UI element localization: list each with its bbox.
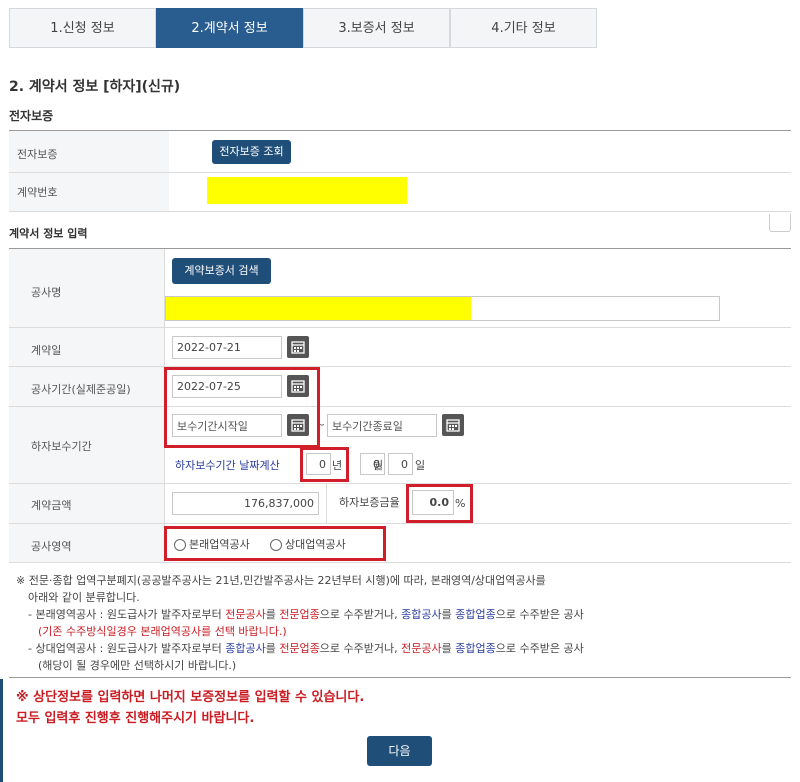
row-divider	[9, 211, 791, 212]
note-line-original-area: - 본래영역공사 : 원도급사가 발주자로부터 전문공사를 전문업종으로 수주받…	[28, 608, 584, 621]
electronic-guarantee-label: 전자보증	[17, 148, 58, 161]
collapse-toggle[interactable]	[769, 214, 791, 232]
tab-guarantee-info[interactable]: 3.보증서 정보	[303, 8, 450, 48]
contract-section-title: 계약서 정보 입력	[9, 227, 88, 240]
warranty-end-input[interactable]: 보수기간종료일	[327, 414, 437, 437]
note-line: (해당이 될 경우에만 선택하시기 바랍니다.)	[38, 659, 237, 672]
row-divider	[9, 523, 791, 524]
contract-date-input[interactable]: 2022-07-21	[172, 336, 282, 359]
tab-application-info[interactable]: 1.신청 정보	[9, 8, 156, 48]
contract-date-label: 계약일	[31, 344, 62, 357]
row-divider	[9, 172, 791, 173]
note-line: ※ 전문·종합 업역구분폐지(공공발주공사는 21년,민간발주공사는 22년부터…	[16, 574, 546, 587]
next-button[interactable]: 다음	[367, 736, 432, 766]
construction-area-label: 공사영역	[31, 540, 72, 553]
row-divider	[9, 562, 791, 563]
page-title: 2. 계약서 정보 [하자](신규)	[9, 79, 181, 95]
highlight-box	[164, 526, 386, 561]
construction-period-label: 공사기간(실제준공일)	[31, 383, 131, 396]
warning-line-2: 모두 입력후 진행후 진행해주시기 바랍니다.	[16, 711, 255, 726]
warning-line-1: ※ 상단정보를 입력하면 나머지 보증정보를 입력할 수 있습니다.	[16, 690, 365, 705]
note-line: (기존 수주방식일경우 본래업역공사를 선택 바랍니다.)	[38, 625, 287, 638]
calendar-icon[interactable]	[442, 414, 464, 436]
left-accent-bar	[0, 679, 3, 782]
highlight-box	[300, 447, 349, 482]
warranty-period-label: 하자보수기간	[31, 440, 92, 453]
contract-amount-input[interactable]: 176,837,000	[172, 492, 319, 515]
contract-guarantee-search-button[interactable]: 계약보증서 검색	[172, 258, 271, 284]
electronic-section-title: 전자보증	[9, 109, 54, 123]
note-line: 아래와 같이 분류합니다.	[28, 591, 140, 604]
row-divider	[9, 366, 791, 367]
tab-other-info[interactable]: 4.기타 정보	[450, 8, 597, 48]
row-divider	[9, 327, 791, 328]
project-name-label: 공사명	[31, 286, 62, 299]
contract-number-label: 계약번호	[17, 186, 58, 199]
section-divider	[9, 677, 791, 678]
row-divider	[9, 406, 791, 407]
contract-amount-label: 계약금액	[31, 499, 72, 512]
electronic-guarantee-lookup-button[interactable]: 전자보증 조회	[212, 140, 291, 164]
row-divider	[9, 483, 791, 484]
highlight-box	[406, 484, 473, 523]
warranty-days-input[interactable]: 0	[388, 453, 413, 475]
calendar-icon[interactable]	[287, 336, 309, 358]
warranty-rate-label: 하자보증금율	[339, 496, 400, 509]
days-unit: 일	[415, 459, 426, 472]
warranty-calc-link[interactable]: 하자보수기간 날짜계산	[175, 457, 280, 473]
highlight-box	[164, 367, 320, 448]
project-name-redacted	[166, 297, 471, 320]
contract-number-redacted	[207, 177, 407, 204]
note-line-counterpart-area: - 상대업역공사 : 원도급사가 발주자로부터 종합공사를 전문업종으로 수주받…	[28, 642, 584, 655]
months-unit: 월	[373, 459, 384, 472]
tab-contract-info[interactable]: 2.계약서 정보	[156, 8, 303, 48]
column-divider	[326, 484, 327, 523]
